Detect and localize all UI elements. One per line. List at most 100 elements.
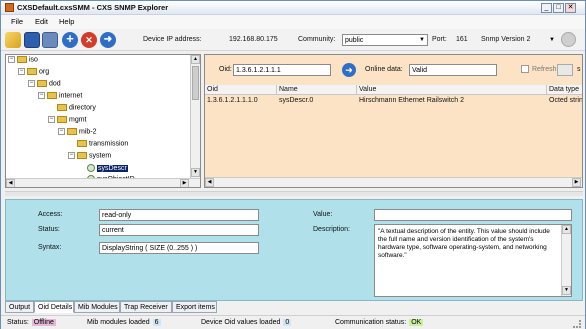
tab-export-items[interactable]: Export items	[172, 301, 217, 313]
device-ip-label: Device IP address:	[143, 36, 202, 43]
collapse-icon[interactable]: −	[18, 68, 25, 75]
tab-trap-receiver[interactable]: Trap Receiver	[120, 301, 172, 313]
delete-icon[interactable]: ✕	[81, 32, 97, 48]
syntax-field[interactable]: DisplayString ( SIZE (0..255 ) )	[99, 242, 259, 254]
maximize-button[interactable]: □	[553, 3, 564, 13]
oid-label: Oid:	[219, 66, 232, 73]
collapse-icon[interactable]: −	[48, 116, 55, 123]
tree-node[interactable]: − org	[18, 68, 49, 75]
refresh-checkbox[interactable]	[521, 65, 529, 73]
connect-icon[interactable]	[561, 32, 576, 47]
save-as-icon[interactable]	[42, 32, 58, 48]
description-field[interactable]: "A textual description of the entity. Th…	[374, 224, 572, 297]
menu-help[interactable]: Help	[59, 17, 74, 26]
status-section: Status: Offline	[7, 319, 56, 326]
tree-node[interactable]: − iso	[8, 56, 38, 63]
status-field[interactable]: current	[99, 224, 259, 236]
tree-node[interactable]: − system	[68, 152, 111, 159]
add-icon[interactable]: +	[62, 32, 78, 48]
column-header-datatype[interactable]: Data type	[547, 85, 582, 95]
chevron-down-icon[interactable]: ▼	[549, 37, 555, 43]
tree-node-label: dod	[49, 80, 61, 88]
tab-output[interactable]: Output	[5, 301, 34, 313]
folder-icon	[17, 56, 27, 63]
tree-node[interactable]: − mib-2	[58, 128, 97, 135]
tab-oid-details[interactable]: Oid Details	[34, 301, 74, 313]
collapse-icon[interactable]: −	[58, 128, 65, 135]
scroll-right-icon[interactable]: ▶	[572, 178, 581, 187]
value-field[interactable]	[374, 209, 572, 221]
scroll-thumb[interactable]	[192, 66, 199, 100]
scroll-down-icon[interactable]: ▼	[191, 168, 200, 177]
device-ip-value[interactable]: 192.168.80.175	[229, 36, 278, 43]
toolbar: + ✕ ➜ Device IP address: 192.168.80.175 …	[1, 29, 585, 51]
oid-input[interactable]: 1.3.6.1.2.1.1.1	[233, 64, 331, 76]
refresh-unit: s	[577, 66, 581, 73]
tree-node[interactable]: − internet	[38, 92, 82, 99]
refresh-interval-input[interactable]	[557, 64, 573, 76]
tree-node[interactable]: directory	[57, 104, 96, 111]
tree-node-selected[interactable]: sysDescr	[87, 164, 128, 172]
go-icon[interactable]: ➜	[100, 32, 116, 48]
app-icon	[5, 3, 14, 12]
close-button[interactable]: ✕	[565, 3, 576, 13]
app-window: CXSDefault.cxsSMM - CXS SNMP Explorer _ …	[0, 0, 586, 329]
mib-tree[interactable]: − iso − org − dod − internet directory − mgmt…	[5, 54, 201, 188]
column-header-oid[interactable]: Oid	[205, 85, 277, 95]
table-horizontal-scrollbar[interactable]: ◀ ▶	[205, 177, 582, 187]
column-header-name[interactable]: Name	[277, 85, 357, 95]
description-scrollbar[interactable]: ▲ ▼	[561, 225, 571, 296]
online-data-input[interactable]: Valid	[409, 64, 497, 76]
panel-splitter[interactable]	[5, 191, 583, 196]
snmp-version-value[interactable]: Snmp Version 2	[481, 36, 530, 43]
save-icon[interactable]	[24, 32, 40, 48]
chevron-down-icon: ▼	[419, 37, 425, 43]
table-row[interactable]: 1.3.6.1.2.1.1.1.0 sysDescr.0 Hirschmann …	[205, 96, 582, 106]
tree-node[interactable]: − dod	[28, 80, 61, 87]
cell-datatype: Octed string	[549, 97, 582, 104]
collapse-icon[interactable]: −	[68, 152, 75, 159]
communication-value: OK	[409, 319, 424, 326]
scroll-down-icon[interactable]: ▼	[562, 286, 571, 295]
folder-icon	[37, 80, 47, 87]
title-bar: CXSDefault.cxsSMM - CXS SNMP Explorer _ …	[1, 1, 585, 15]
menu-edit[interactable]: Edit	[35, 17, 48, 26]
scroll-up-icon[interactable]: ▲	[191, 55, 200, 64]
collapse-icon[interactable]: −	[28, 80, 35, 87]
mib-modules-section: Mib modules loaded 6	[87, 319, 161, 326]
scroll-left-icon[interactable]: ◀	[205, 178, 214, 187]
port-value[interactable]: 161	[456, 36, 468, 43]
tree-horizontal-scrollbar[interactable]: ◀ ▶	[6, 178, 200, 187]
community-label: Community:	[298, 36, 336, 43]
syntax-label: Syntax:	[38, 244, 62, 251]
tab-mib-modules[interactable]: Mib Modules	[74, 301, 120, 313]
folder-icon	[57, 104, 67, 111]
tree-node[interactable]: transmission	[77, 140, 128, 147]
collapse-icon[interactable]: −	[38, 92, 45, 99]
scroll-up-icon[interactable]: ▲	[562, 225, 571, 234]
tree-node[interactable]: − mgmt	[48, 116, 87, 123]
oid-panel: Oid: 1.3.6.1.2.1.1.1 ➜ Online data: Vali…	[204, 54, 583, 188]
minimize-button[interactable]: _	[541, 3, 552, 13]
resize-grip-icon[interactable]	[573, 320, 581, 328]
community-select[interactable]: public ▼	[342, 34, 428, 46]
oid-details-panel: Access: read-only Status: current Syntax…	[5, 199, 583, 301]
folder-icon	[47, 92, 57, 99]
collapse-icon[interactable]: −	[8, 56, 15, 63]
open-folder-icon[interactable]	[5, 32, 21, 48]
get-oid-icon[interactable]: ➜	[342, 63, 356, 77]
scroll-right-icon[interactable]: ▶	[180, 179, 189, 187]
access-field[interactable]: read-only	[99, 209, 259, 221]
tree-vertical-scrollbar[interactable]: ▲ ▼	[190, 55, 200, 178]
menu-file[interactable]: File	[11, 17, 23, 26]
oid-bar: Oid: 1.3.6.1.2.1.1.1 ➜ Online data: Vali…	[205, 55, 582, 85]
scroll-left-icon[interactable]: ◀	[6, 179, 15, 187]
tree-node-label: system	[89, 152, 112, 160]
column-header-value[interactable]: Value	[357, 85, 547, 95]
device-oid-count: 0	[283, 319, 292, 326]
cell-name: sysDescr.0	[279, 97, 314, 104]
mib-modules-label: Mib modules loaded	[87, 319, 150, 326]
cell-value: Hirschmann Ethernet Railswitch 2	[359, 97, 465, 104]
tree-node-label: transmission	[89, 140, 129, 148]
port-label: Port:	[432, 36, 447, 43]
